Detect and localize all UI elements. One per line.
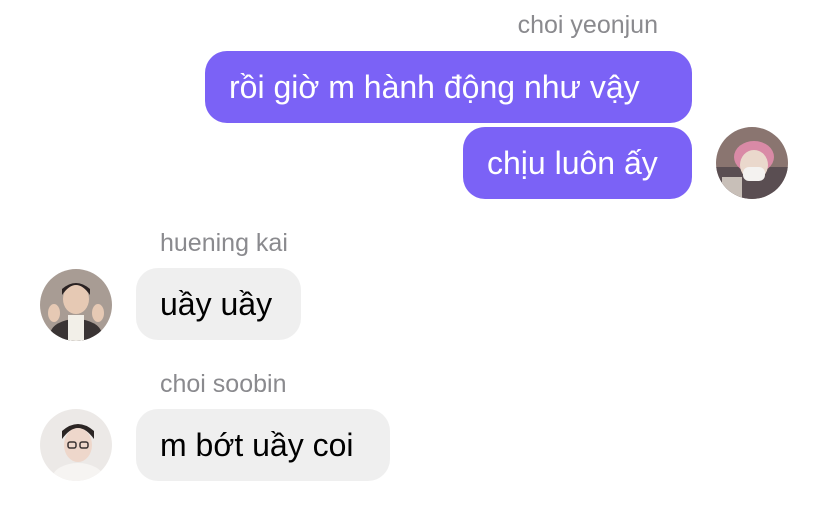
sender-name: choi yeonjun <box>517 11 658 39</box>
user-avatar-soobin[interactable] <box>40 409 112 481</box>
message-bubble-outgoing[interactable]: rồi giờ m hành động như vậy <box>205 51 692 123</box>
message-bubble-outgoing[interactable]: chịu luôn ấy <box>463 127 692 199</box>
user-avatar-kai[interactable] <box>40 269 112 341</box>
user-avatar-yeonjun[interactable] <box>716 127 788 199</box>
sender-name: huening kai <box>160 229 288 257</box>
sender-name: choi soobin <box>160 370 287 398</box>
message-bubble-incoming[interactable]: uầy uầy <box>136 268 301 340</box>
message-bubble-incoming[interactable]: m bớt uầy coi <box>136 409 390 481</box>
